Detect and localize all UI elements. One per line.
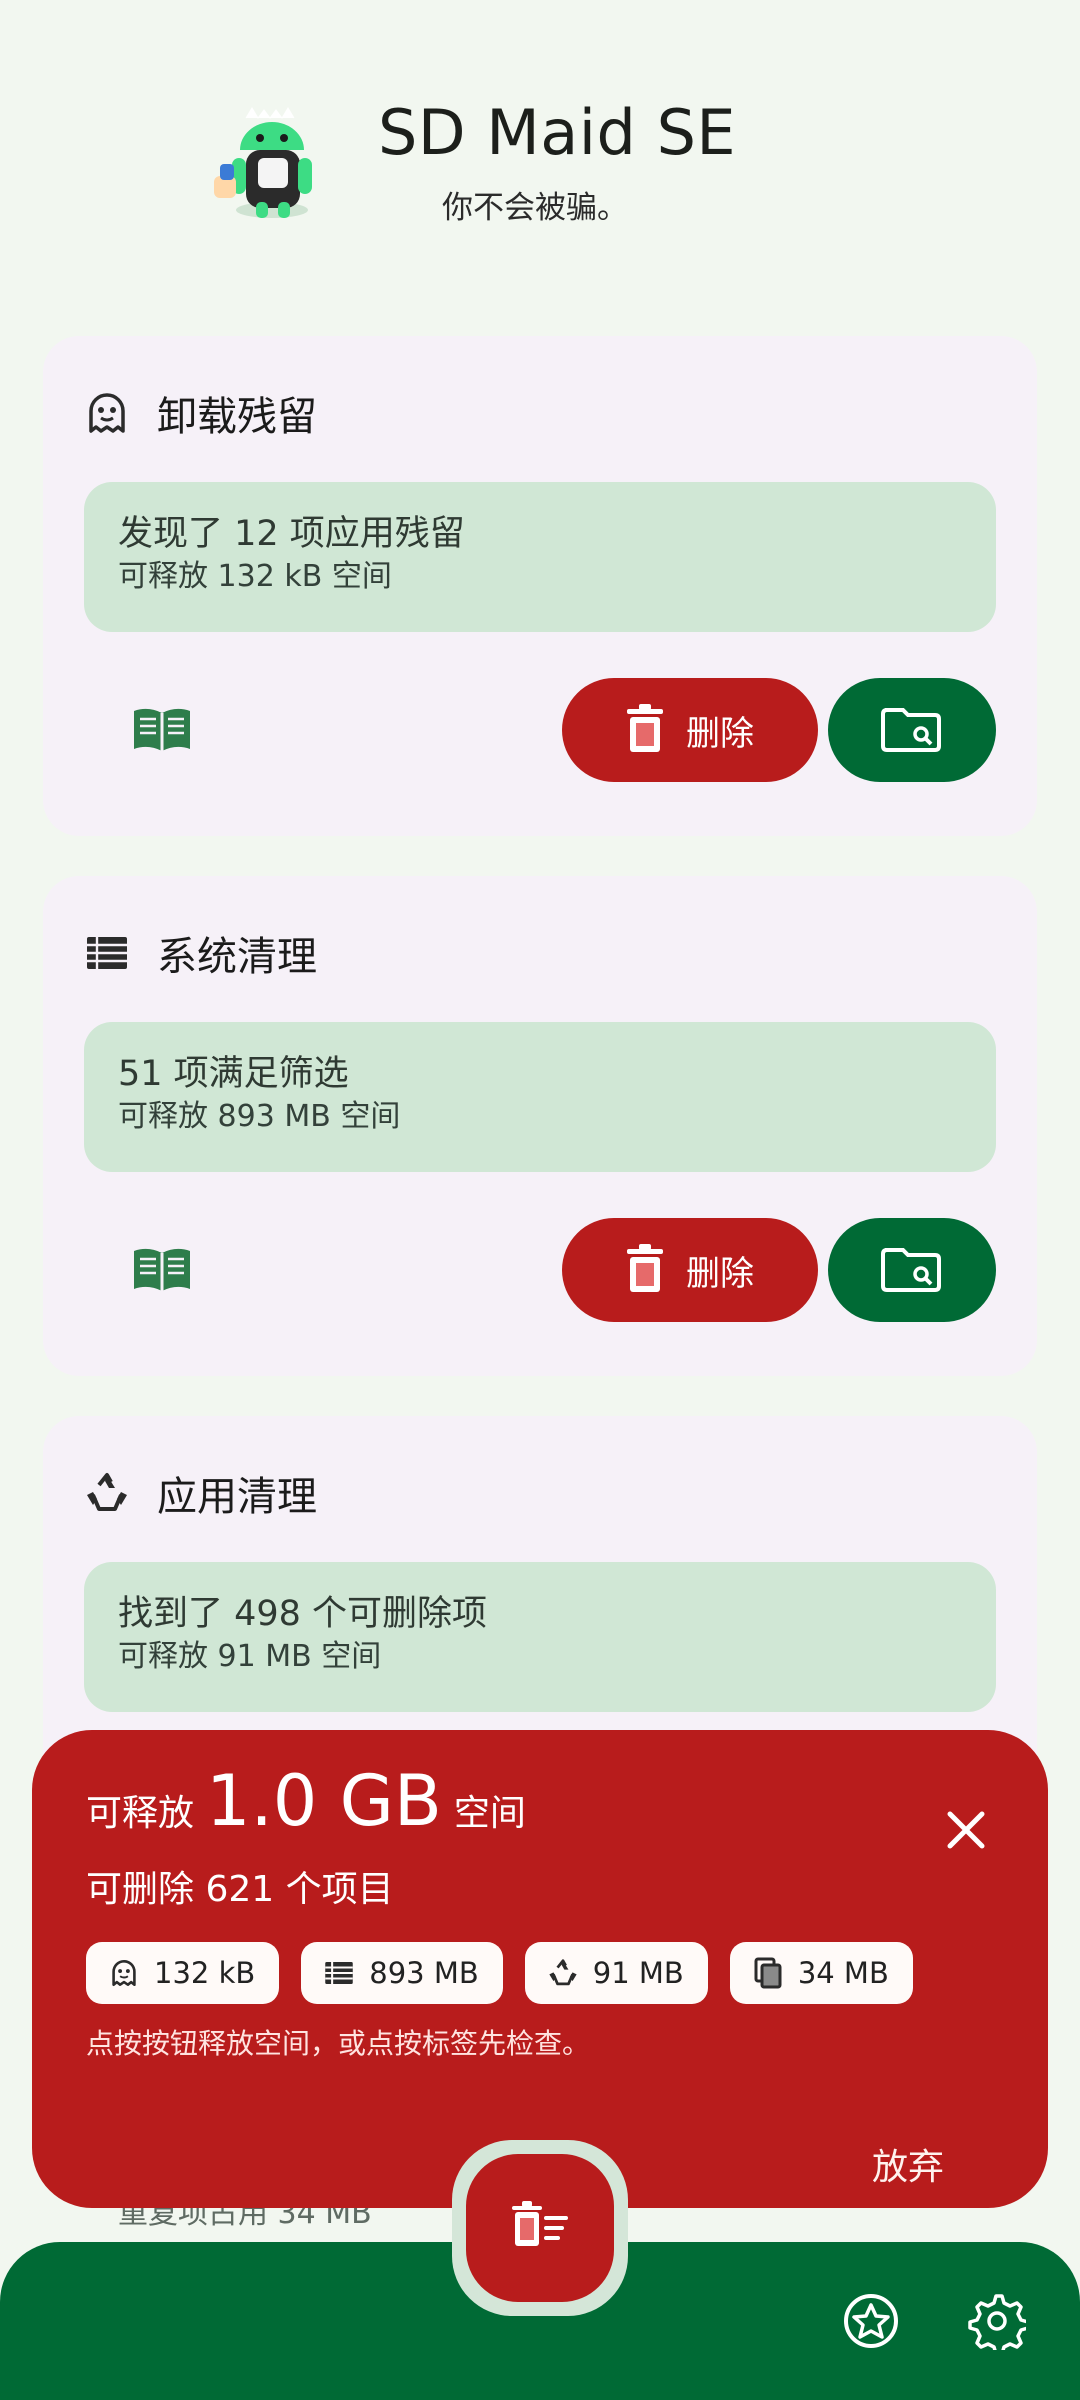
card-title: 系统清理 <box>157 934 317 980</box>
sheet-item-count: 可删除 621 个项目 <box>86 1869 394 1910</box>
trash-icon <box>626 704 664 756</box>
free-space-sheet: 可释放 1.0 GB 空间 可删除 621 个项目 132 kB 893 MB … <box>32 1730 1048 2208</box>
book-icon[interactable] <box>129 702 195 756</box>
sheet-total-size: 1.0 GB <box>206 1760 442 1842</box>
chip-label: 91 MB <box>592 1956 684 1990</box>
delete-sweep-icon <box>510 2200 570 2256</box>
book-icon[interactable] <box>129 1242 195 1296</box>
clean-all-fab[interactable] <box>466 2154 614 2302</box>
result-size: 可释放 893 MB 空间 <box>118 1099 401 1134</box>
result-count: 51 项满足筛选 <box>118 1054 349 1094</box>
sheet-hint: 点按按钮释放空间，或点按标签先检查。 <box>86 2027 591 2060</box>
delete-label: 删除 <box>686 1253 754 1294</box>
result-count: 找到了 498 个可删除项 <box>118 1594 488 1634</box>
recycle-icon <box>85 1471 129 1515</box>
card-system-cleaner: 系统清理 51 项满足筛选 可释放 893 MB 空间 删除 <box>43 876 1037 1376</box>
ghost-icon <box>85 391 129 435</box>
sheet-title-suffix: 空间 <box>453 1793 526 1834</box>
chip-label: 893 MB <box>369 1956 479 1990</box>
browse-button[interactable] <box>828 678 996 782</box>
card-title: 卸载残留 <box>157 394 317 440</box>
result-size: 可释放 132 kB 空间 <box>118 559 392 594</box>
chip-deduplicator[interactable]: 34 MB <box>729 1942 913 2004</box>
chip-corpse-finder[interactable]: 132 kB <box>86 1942 280 2004</box>
card-corpse-finder: 卸载残留 发现了 12 项应用残留 可释放 132 kB 空间 删除 <box>43 336 1037 836</box>
sheet-title-prefix: 可释放 <box>86 1793 195 1834</box>
delete-label: 删除 <box>686 713 754 754</box>
card-title: 应用清理 <box>157 1474 317 1520</box>
recycle-icon <box>547 1957 579 1989</box>
dismiss-button[interactable]: 放弃 <box>872 2138 944 2190</box>
chip-system-cleaner[interactable]: 893 MB <box>301 1942 503 2004</box>
sheet-title: 可释放 1.0 GB 空间 <box>86 1760 526 1842</box>
list-icon <box>85 931 129 975</box>
app-title: SD Maid SE <box>378 96 737 169</box>
app-logo <box>210 98 335 223</box>
chip-label: 132 kB <box>154 1956 256 1990</box>
close-icon[interactable] <box>936 1800 996 1860</box>
delete-button[interactable]: 删除 <box>562 678 818 782</box>
trash-icon <box>626 1244 664 1296</box>
result-summary[interactable]: 发现了 12 项应用残留 可释放 132 kB 空间 <box>84 482 996 632</box>
ghost-icon <box>108 1957 140 1989</box>
browse-button[interactable] <box>828 1218 996 1322</box>
result-count: 发现了 12 项应用残留 <box>118 514 465 554</box>
result-summary[interactable]: 51 项满足筛选 可释放 893 MB 空间 <box>84 1022 996 1172</box>
list-icon <box>323 1957 355 1989</box>
folder-search-icon <box>881 702 943 758</box>
result-size: 可释放 91 MB 空间 <box>118 1639 382 1674</box>
chip-label: 34 MB <box>797 1956 889 1990</box>
result-summary[interactable]: 找到了 498 个可删除项 可释放 91 MB 空间 <box>84 1562 996 1712</box>
gear-icon[interactable] <box>968 2292 1030 2356</box>
duplicate-icon <box>752 1957 784 1989</box>
chip-app-cleaner[interactable]: 91 MB <box>524 1942 708 2004</box>
app-subtitle: 你不会被骗。 <box>442 190 628 226</box>
delete-button[interactable]: 删除 <box>562 1218 818 1322</box>
upgrade-star-icon[interactable] <box>842 2292 900 2350</box>
folder-search-icon <box>881 1242 943 1298</box>
tool-chips: 132 kB 893 MB 91 MB 34 MB <box>86 1942 935 2004</box>
